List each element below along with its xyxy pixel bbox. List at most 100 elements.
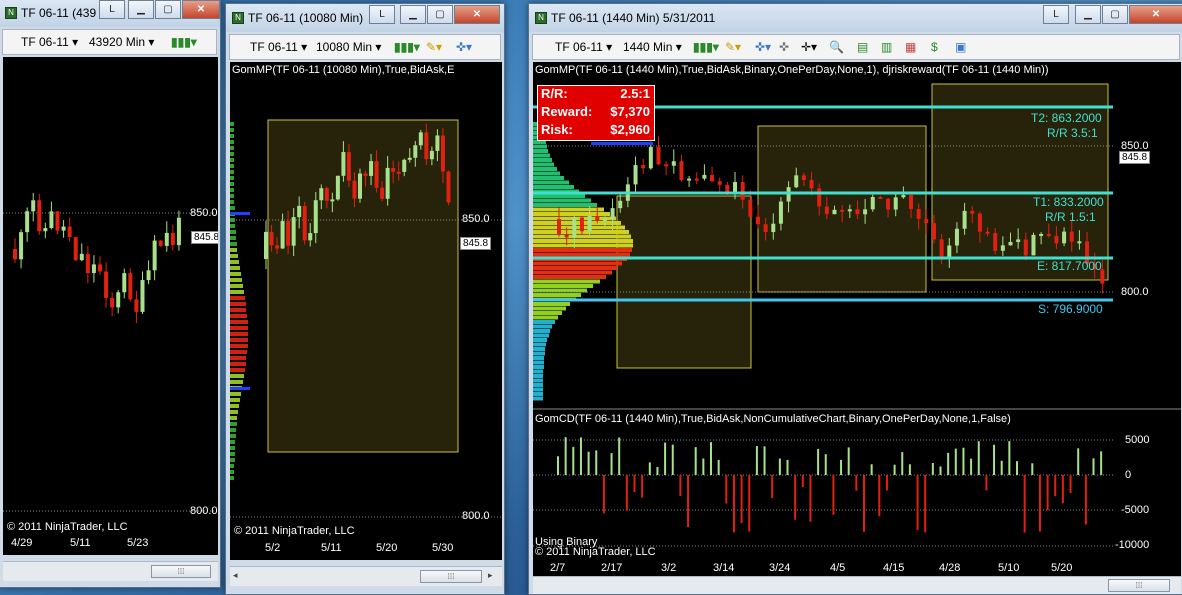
drawing-tool-icon[interactable]: ✎▾ <box>426 40 442 54</box>
last-price-tag: 845.8 <box>1119 151 1151 164</box>
period-selector[interactable]: 10080 Min ▾ <box>316 40 381 54</box>
volume-profile-bar <box>533 194 585 198</box>
scroll-left-icon[interactable]: ◂ <box>233 570 238 581</box>
window-2-scrollbar[interactable]: ◂ ⁞⁞⁞ ▸ <box>230 566 502 586</box>
delta-bar <box>618 437 621 475</box>
delta-bar <box>602 475 605 514</box>
minimize-icon[interactable]: ▁ <box>1075 5 1101 24</box>
layout-button[interactable]: L <box>1043 5 1069 24</box>
candle-body <box>98 264 102 272</box>
last-price-tag: 845.8 <box>460 237 492 250</box>
period-label: 1440 Min <box>623 40 673 54</box>
rr-value: $7,370 <box>610 104 650 119</box>
strategies-icon[interactable]: ▥ <box>881 40 892 54</box>
chart-properties-icon[interactable]: ▦ <box>905 40 916 54</box>
scrollbar-thumb[interactable]: ⁞⁞⁞ <box>1108 579 1170 592</box>
layout-button[interactable]: L <box>369 5 395 24</box>
candle-body <box>901 195 906 198</box>
candle-body <box>1077 241 1082 244</box>
scrollbar-thumb[interactable]: ⁞⁞⁞ <box>420 570 482 583</box>
indicator-label: GomMP(TF 06-11 (10080 Min),True,BidAsk,E <box>232 64 455 76</box>
volume-profile-bar <box>230 140 234 144</box>
zoom-icon[interactable]: 🔍 <box>829 40 844 54</box>
layout-button[interactable]: L <box>99 0 125 19</box>
candle-body <box>385 167 390 199</box>
indicators-icon[interactable]: ▤ <box>857 40 868 54</box>
x-label: 4/28 <box>939 562 961 574</box>
window-2-titlebar[interactable]: N TF 06-11 (10080 Min) L ▁ ▢ ✕ <box>226 4 504 32</box>
candle-body <box>335 175 340 200</box>
scroll-right-icon[interactable]: ▸ <box>488 570 493 581</box>
volume-profile-bar <box>533 225 625 230</box>
crosshair-icon[interactable]: ✜▾ <box>755 40 771 54</box>
window-1-chart[interactable]: 850.0 800.0 845.8 © 2011 NinjaTrader, LL… <box>3 57 218 535</box>
volume-profile-bar <box>230 164 234 168</box>
volume-profile-bar <box>230 428 236 432</box>
maximize-icon[interactable]: ▢ <box>155 0 181 19</box>
scrollbar-thumb[interactable]: ⁞⁞⁞ <box>151 565 211 578</box>
drawing-tool-icon[interactable]: ✎▾ <box>725 40 741 54</box>
delta-bar <box>1100 451 1103 475</box>
chart-style-icon[interactable]: ▮▮▮▾ <box>171 35 197 49</box>
volume-profile-bar <box>533 347 545 351</box>
maximize-icon[interactable]: ▢ <box>427 5 453 24</box>
volume-profile-bar <box>230 356 246 360</box>
maximize-icon[interactable]: ▢ <box>1102 5 1128 24</box>
window-1-scrollbar[interactable]: ⁞⁞⁞ <box>3 561 218 581</box>
templates-icon[interactable]: ▣ <box>955 40 966 54</box>
period-selector[interactable]: 1440 Min ▾ <box>623 40 682 54</box>
candle-body <box>1046 233 1051 236</box>
window-2-chart[interactable]: GomMP(TF 06-11 (10080 Min),True,BidAsk,E… <box>230 62 502 540</box>
volume-profile-bar <box>230 314 247 318</box>
rr-value: $2,960 <box>610 122 650 137</box>
volume-profile-bar <box>533 333 549 338</box>
volume-profile-bar <box>533 212 610 216</box>
volume-profile-bar <box>230 176 234 180</box>
close-icon[interactable]: ✕ <box>1129 5 1182 24</box>
candle-body <box>1039 233 1044 236</box>
candle-body <box>916 209 921 219</box>
candle-body <box>1054 235 1059 244</box>
volume-profile-bar <box>230 332 248 336</box>
chart-style-icon[interactable]: ▮▮▮▾ <box>394 40 420 54</box>
chart-style-icon[interactable]: ▮▮▮▾ <box>693 40 719 54</box>
chart-window-2: N TF 06-11 (10080 Min) L ▁ ▢ ✕ TF 06-11 … <box>225 3 505 595</box>
candle-body <box>79 253 84 261</box>
delta-bar <box>671 444 674 475</box>
minimize-icon[interactable]: ▁ <box>400 5 426 24</box>
volume-profile-bar <box>533 396 543 401</box>
volume-profile-bar <box>230 224 235 228</box>
instrument-selector[interactable]: TF 06-11 ▾ <box>250 40 307 54</box>
volume-profile-bar <box>230 398 240 402</box>
candle-body <box>886 198 891 210</box>
window-3-x-axis: 2/7 2/17 3/2 3/14 3/24 4/5 4/15 4/28 5/1… <box>533 560 1181 576</box>
candle-body <box>771 223 776 233</box>
candle-body <box>128 273 133 300</box>
volume-profile-bar <box>533 153 550 158</box>
window-3-scrollbar[interactable]: ⁞⁞⁞ <box>533 576 1181 594</box>
instrument-selector[interactable]: TF 06-11 ▾ <box>21 35 78 49</box>
delta-bar <box>1084 475 1087 525</box>
close-icon[interactable]: ✕ <box>182 0 220 19</box>
pointer-icon[interactable]: ✛▾ <box>801 40 817 54</box>
volume-profile-bar <box>230 422 237 426</box>
instrument-selector[interactable]: TF 06-11 ▾ <box>555 40 612 54</box>
rr-key: R/R: <box>541 86 568 101</box>
volume-profile-bar <box>230 446 235 450</box>
period-selector[interactable]: 43920 Min ▾ <box>89 35 154 49</box>
close-icon[interactable]: ✕ <box>454 5 500 24</box>
cd-axis-label: 5000 <box>1125 434 1150 446</box>
crosshair-icon[interactable]: ✜▾ <box>456 40 472 54</box>
chart-window-1: N TF 06-11 (439 L ▁ ▢ ✕ TF 06-11 ▾ 43920… <box>0 0 221 588</box>
data-box-icon[interactable]: $ <box>931 40 938 54</box>
instrument-label: TF 06-11 <box>250 40 298 54</box>
candle-body <box>847 209 852 212</box>
window-3-titlebar[interactable]: N TF 06-11 (1440 Min) 5/31/2011 L ▁ ▢ ✕ <box>529 4 1182 32</box>
delta-bar <box>1046 475 1049 511</box>
global-crosshair-icon[interactable]: ✜ <box>779 40 789 54</box>
window-3-chart[interactable]: GomMP(TF 06-11 (1440 Min),True,BidAsk,Bi… <box>533 62 1181 560</box>
volume-profile-bar <box>230 122 234 126</box>
window-1-titlebar[interactable]: N TF 06-11 (439 L ▁ ▢ ✕ <box>0 0 220 27</box>
minimize-icon[interactable]: ▁ <box>128 0 154 19</box>
delta-bar <box>732 475 735 533</box>
